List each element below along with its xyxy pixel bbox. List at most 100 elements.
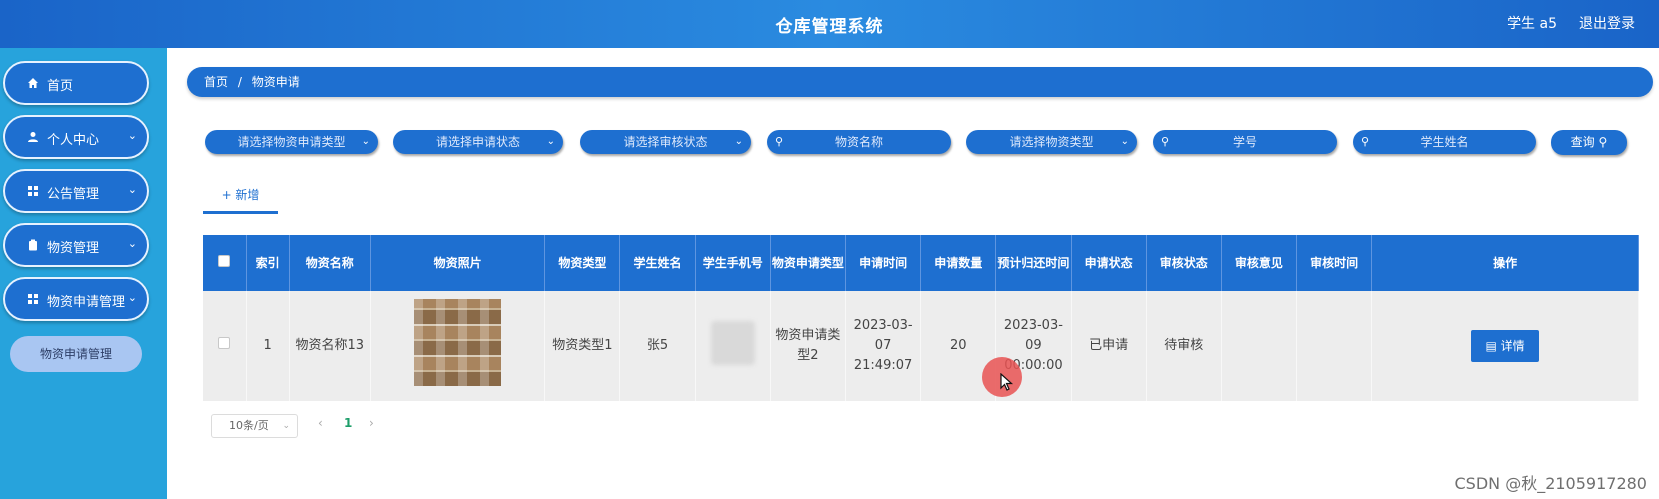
- query-button[interactable]: 查询 ⚲: [1551, 130, 1627, 155]
- chevron-down-icon: ⌄: [127, 129, 137, 142]
- chevron-down-icon: ⌄: [1120, 136, 1129, 147]
- review-status-cell: 待审核: [1146, 291, 1222, 401]
- breadcrumb-home[interactable]: 首页: [204, 75, 228, 89]
- chevron-down-icon: ⌄: [282, 421, 290, 431]
- data-table: 索引 物资名称 物资照片 物资类型 学生姓名 学生手机号 物资申请类型 申请时间…: [203, 235, 1639, 401]
- apply-type-placeholder: 请选择物资申请类型: [237, 135, 346, 149]
- row-checkbox[interactable]: [218, 337, 231, 349]
- sidebar-subitem-material-request-management[interactable]: 物资申请管理: [10, 336, 142, 372]
- student-number-input[interactable]: ⚲ 学号: [1153, 130, 1337, 154]
- apply-status-cell: 已申请: [1071, 291, 1147, 401]
- page-size-label: 10条/页: [229, 419, 269, 432]
- add-label: + 新增: [221, 188, 260, 202]
- sidebar-item-label: 公告管理: [47, 187, 100, 202]
- item-type-cell: 物资类型1: [544, 291, 621, 401]
- item-type-placeholder: 请选择物资类型: [1009, 135, 1094, 149]
- clipboard-icon: [27, 239, 39, 251]
- search-icon: ⚲: [1598, 135, 1608, 149]
- column-header: 审核时间: [1296, 235, 1373, 291]
- student-name-cell: 张5: [619, 291, 696, 401]
- column-header: 学生姓名: [619, 235, 696, 291]
- sidebar-item-material-requests[interactable]: 物资申请管理 ⌄: [3, 277, 149, 321]
- column-header: 申请状态: [1071, 235, 1147, 291]
- prev-page-button[interactable]: ‹: [318, 416, 323, 430]
- sidebar-item-profile[interactable]: 个人中心 ⌄: [3, 115, 149, 159]
- row-select-cell: [203, 291, 247, 401]
- grid-icon: [27, 293, 39, 305]
- item-name-placeholder: 物资名称: [834, 135, 883, 149]
- sidebar-item-label: 首页: [47, 79, 74, 94]
- column-header: 物资名称: [289, 235, 371, 291]
- search-icon: ⚲: [775, 135, 784, 148]
- document-icon: ▤: [1485, 339, 1501, 353]
- sidebar-item-label: 物资申请管理: [47, 295, 126, 310]
- column-header: 学生手机号: [695, 235, 771, 291]
- column-header: 物资类型: [544, 235, 621, 291]
- next-page-button[interactable]: ›: [369, 416, 374, 430]
- chevron-down-icon: ⌄: [127, 291, 137, 304]
- blurred-phone: [710, 320, 755, 365]
- apply-status-placeholder: 请选择申请状态: [435, 135, 520, 149]
- review-status-select[interactable]: 请选择审核状态 ⌄: [580, 130, 751, 154]
- chevron-down-icon: ⌄: [127, 183, 137, 196]
- select-all-cell: [203, 235, 247, 291]
- student-name-placeholder: 学生姓名: [1420, 135, 1469, 149]
- column-header: 申请数量: [920, 235, 997, 291]
- apply-type-cell: 物资申请类型2: [770, 291, 846, 401]
- detail-button[interactable]: ▤ 详情: [1471, 330, 1540, 362]
- page-size-select[interactable]: 10条/页 ⌄: [211, 414, 298, 438]
- column-header: 索引: [246, 235, 290, 291]
- index-cell: 1: [246, 291, 290, 401]
- breadcrumb: 首页 / 物资申请: [187, 67, 1653, 97]
- apply-type-select[interactable]: 请选择物资申请类型 ⌄: [205, 130, 378, 154]
- logout-link[interactable]: 退出登录: [1579, 13, 1635, 33]
- apply-time-cell: 2023-03-07 21:49:07: [845, 291, 922, 401]
- top-header: 仓库管理系统 学生 a5 退出登录: [0, 0, 1659, 48]
- review-comment-cell: [1221, 291, 1298, 401]
- apply-status-select[interactable]: 请选择申请状态 ⌄: [393, 130, 563, 154]
- column-header: 申请时间: [845, 235, 922, 291]
- query-label: 查询: [1570, 135, 1595, 149]
- search-icon: ⚲: [1361, 135, 1370, 148]
- search-icon: ⚲: [1161, 135, 1170, 148]
- breadcrumb-separator: /: [237, 75, 242, 89]
- mouse-pointer-icon: [1000, 372, 1014, 395]
- column-header: 预计归还时间: [995, 235, 1072, 291]
- home-icon: [27, 77, 39, 89]
- chevron-down-icon: ⌄: [361, 136, 370, 147]
- item-photo: [414, 299, 502, 386]
- chevron-down-icon: ⌄: [546, 136, 555, 147]
- select-all-checkbox[interactable]: [218, 255, 231, 267]
- grid-icon: [27, 185, 39, 197]
- item-name-cell: 物资名称13: [289, 291, 371, 401]
- review-time-cell: [1296, 291, 1373, 401]
- column-header: 物资申请类型: [770, 235, 846, 291]
- column-header: 物资照片: [370, 235, 546, 291]
- breadcrumb-current: 物资申请: [251, 75, 300, 89]
- add-button[interactable]: + 新增: [203, 186, 278, 214]
- item-name-input[interactable]: ⚲ 物资名称: [767, 130, 951, 154]
- sidebar-item-home[interactable]: 首页: [3, 61, 149, 105]
- current-user: 学生 a5: [1507, 16, 1557, 32]
- column-header: 审核状态: [1146, 235, 1222, 291]
- user-icon: [27, 131, 39, 143]
- item-photo-cell: [370, 291, 546, 401]
- chevron-down-icon: ⌄: [734, 136, 743, 147]
- table-header-row: 索引 物资名称 物资照片 物资类型 学生姓名 学生手机号 物资申请类型 申请时间…: [203, 235, 1639, 291]
- detail-label: 详情: [1500, 339, 1525, 353]
- sidebar-item-label: 个人中心: [47, 133, 100, 148]
- watermark: CSDN @秋_2105917280: [1454, 474, 1647, 493]
- chevron-down-icon: ⌄: [127, 237, 137, 250]
- tab-underline: [203, 211, 278, 214]
- student-phone-cell: [695, 291, 771, 401]
- sidebar: 首页 个人中心 ⌄ 公告管理 ⌄ 物资管理 ⌄ 物资申请管理 ⌄ 物资申请管理: [0, 48, 167, 499]
- student-name-input[interactable]: ⚲ 学生姓名: [1353, 130, 1536, 154]
- sidebar-item-materials[interactable]: 物资管理 ⌄: [3, 223, 149, 267]
- page-number[interactable]: 1: [344, 416, 352, 430]
- student-number-placeholder: 学号: [1232, 135, 1257, 149]
- column-header: 审核意见: [1221, 235, 1298, 291]
- sidebar-item-notice[interactable]: 公告管理 ⌄: [3, 169, 149, 213]
- review-status-placeholder: 请选择审核状态: [623, 135, 708, 149]
- app-title: 仓库管理系统: [775, 17, 884, 37]
- item-type-select[interactable]: 请选择物资类型 ⌄: [966, 130, 1137, 154]
